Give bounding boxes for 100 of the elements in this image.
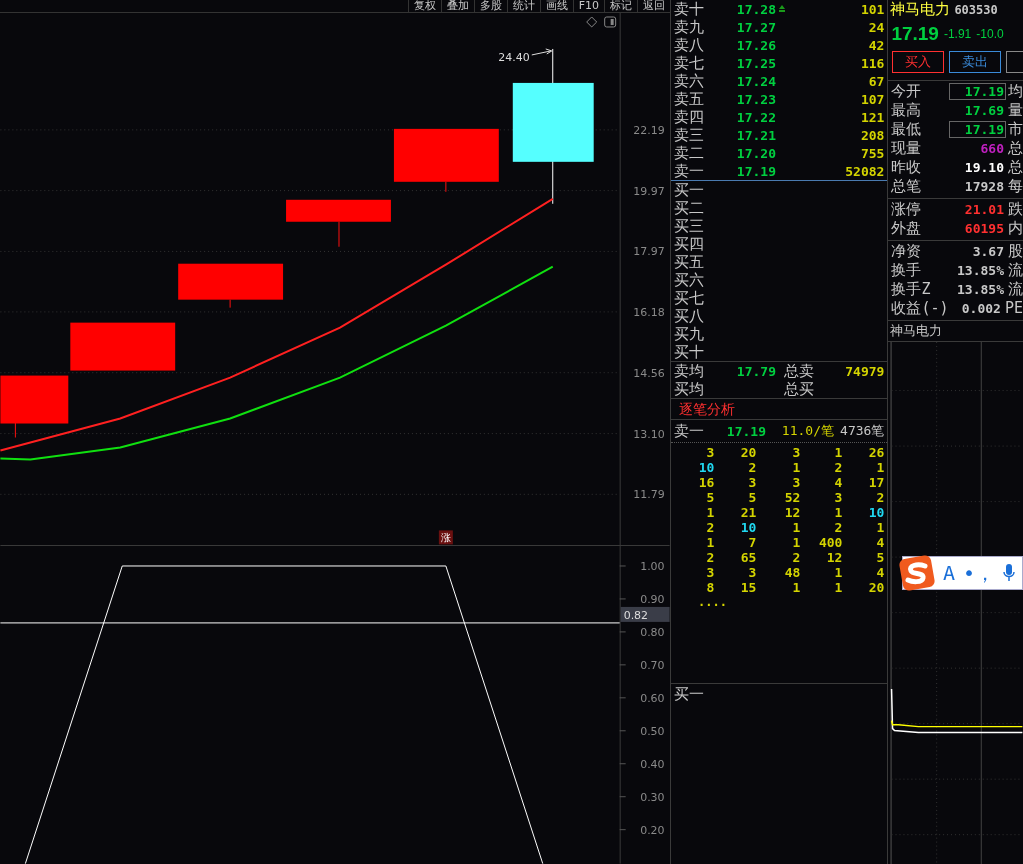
info-label: 外盘 — [891, 218, 923, 238]
info-value: 660 — [979, 139, 1005, 157]
ask-volume: 52082 — [844, 163, 885, 179]
ask-price: 17.20 — [735, 145, 776, 161]
info-label: 涨停 — [891, 199, 923, 219]
ask-price: 17.19 — [735, 163, 776, 179]
ask-price: 17.23 — [735, 91, 776, 107]
info-value: 60195 — [963, 219, 1005, 237]
trade-volume-cell-text: 16 — [697, 475, 715, 490]
panel-toggle-icon[interactable] — [604, 16, 617, 28]
bid-level-label: 买十 — [674, 342, 705, 362]
trade-volume-cell-text: 48 — [783, 565, 801, 580]
ask-price: 17.24 — [735, 73, 776, 89]
info-label: 均 — [1008, 81, 1023, 101]
pointer-arrow-icon — [531, 48, 553, 56]
summary-label: 卖均 — [674, 361, 705, 381]
info-value: 21.01 — [963, 200, 1005, 218]
trade-button[interactable]: 买入 — [892, 50, 945, 73]
ask-volume: 107 — [859, 91, 885, 107]
bid-level-label: 买九 — [674, 324, 705, 344]
rise-marker: 涨 — [438, 530, 453, 545]
price-axis-label: 17.97 — [633, 245, 665, 259]
info-label: PE — [1004, 299, 1023, 318]
info-value: 17928 — [963, 177, 1005, 195]
indicator-axis-label: 0.90 — [640, 593, 665, 607]
s-logo-icon[interactable] — [899, 555, 935, 591]
ask-level-label: 卖七 — [674, 53, 705, 73]
trade-volume-cell-text: 8 — [705, 580, 715, 595]
info-value: 0.002 — [960, 299, 1002, 317]
ask-level-label: 卖一 — [674, 161, 705, 181]
total-label: 总买 — [784, 379, 815, 399]
ask-price: 17.27 — [735, 19, 776, 35]
trade-volume-cell-text: 12 — [825, 550, 843, 565]
ask-volume: 24 — [867, 19, 885, 35]
current-price: 17.19 — [891, 22, 939, 45]
input-mode-button[interactable]: A — [943, 561, 956, 585]
trade-volume-cell-text: 10 — [867, 505, 885, 520]
bid-level-label: 买八 — [674, 306, 705, 326]
trade-volume-cell-text: 1 — [875, 460, 885, 475]
info-value: 3.67 — [971, 242, 1005, 260]
trade-volume-cell-text: 4 — [875, 535, 885, 550]
cursor-value-tag: 0.82 — [620, 607, 670, 623]
info-value: 17.19 — [949, 82, 1006, 100]
trade-volume-cell-text: 1 — [875, 520, 885, 535]
indicator-axis-label: 0.20 — [640, 824, 665, 838]
price-change: -1.91 — [943, 26, 972, 41]
ask-level-label: 卖五 — [674, 89, 705, 109]
info-value: 13.85% — [956, 261, 1005, 279]
ask-volume: 42 — [867, 37, 885, 53]
tick-analysis-title[interactable]: 逐笔分析 — [671, 399, 888, 420]
ask-price: 17.26 — [735, 37, 776, 53]
trade-volume-cell-text: 400 — [817, 535, 843, 550]
info-label: 昨收 — [891, 157, 923, 177]
info-label: 净资 — [891, 241, 923, 261]
trade-volume-cell-text: 3 — [791, 475, 801, 490]
average-per-trade: 11.0/笔 — [780, 422, 834, 440]
info-label: 内 — [1008, 218, 1023, 238]
trade-volume-cell-text: 1 — [705, 535, 715, 550]
percent-change: -10.0 — [976, 26, 1004, 41]
trade-volume-cell-text: 10 — [739, 520, 757, 535]
indicator-axis-label: 1.00 — [640, 560, 665, 574]
summary-label: 买均 — [674, 379, 705, 399]
more-indicator: .... — [697, 595, 728, 611]
total-label: 总卖 — [784, 361, 815, 381]
diamond-icon[interactable] — [586, 16, 598, 28]
trade-volume-cell-text: 17 — [867, 475, 885, 490]
price-axis-label: 13.10 — [633, 427, 665, 441]
cut-off-button[interactable] — [1006, 50, 1023, 73]
trade-volume-cell-text: 1 — [791, 580, 801, 595]
trade-volume-cell-text: 1 — [791, 535, 801, 550]
info-label: 今开 — [891, 81, 923, 101]
input-mode-button[interactable]: •， — [963, 559, 996, 587]
microphone-icon[interactable] — [1003, 564, 1016, 582]
info-value: 17.69 — [963, 101, 1005, 119]
candlestick — [0, 375, 69, 438]
ask-price: 17.21 — [735, 127, 776, 143]
ask-price: 17.22 — [735, 109, 776, 125]
trade-volume-cell-text: 21 — [739, 505, 757, 520]
trade-button[interactable]: 卖出 — [949, 50, 1002, 73]
info-label: 总 — [1008, 138, 1023, 158]
mini-chart-title: 神马电力 — [888, 320, 1023, 342]
tick-price: 17.19 — [725, 423, 766, 439]
price-axis-label: 19.97 — [633, 184, 665, 198]
trade-volume-cell-text: 15 — [739, 580, 757, 595]
ask-volume: 67 — [867, 73, 885, 89]
indicator-axis-label: 0.30 — [640, 791, 665, 805]
indicator-axis-label: 0.80 — [640, 626, 665, 640]
trade-volume-cell-text: 5 — [875, 550, 885, 565]
trade-volume-cell-text: 7 — [747, 535, 757, 550]
ask-level-label: 卖十 — [674, 0, 705, 19]
trade-volume-cell-text: 2 — [791, 550, 801, 565]
ask-volume: 208 — [859, 127, 885, 143]
trade-volume-cell-text: 2 — [833, 460, 843, 475]
info-label: 总 — [1008, 157, 1023, 177]
info-label: 现量 — [891, 138, 923, 158]
trade-volume-cell-text: 3 — [833, 490, 843, 505]
trade-volume-cell-text: 26 — [867, 445, 885, 460]
trade-volume-cell-text: 12 — [783, 505, 801, 520]
ask-volume: 116 — [859, 55, 885, 71]
info-label: 市 — [1008, 119, 1023, 139]
